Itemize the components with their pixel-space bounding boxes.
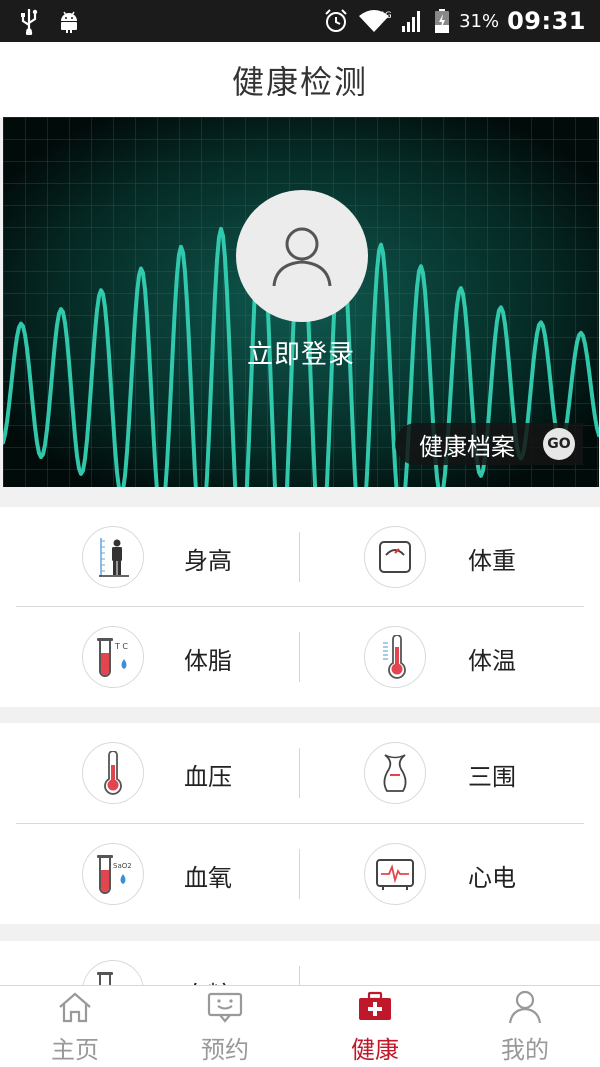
scale-icon [364, 526, 426, 588]
blood-pressure-thermometer-icon [82, 742, 144, 804]
body-fat-tube-icon: T C [82, 626, 144, 688]
thermometer-icon [364, 626, 426, 688]
metric-weight[interactable]: 体重 [300, 507, 600, 607]
nav-label: 预约 [201, 1036, 249, 1064]
title-bar: 健康检测 [0, 42, 600, 118]
nav-home[interactable]: 主页 [0, 986, 150, 1067]
blood-sugar-tube-icon [82, 960, 144, 985]
home-icon [55, 990, 95, 1024]
metric-height[interactable]: 身高 [0, 507, 300, 607]
alarm-icon [323, 6, 349, 36]
metric-label: 体温 [468, 647, 516, 675]
usb-icon [16, 6, 42, 36]
metric-label: 体重 [468, 547, 516, 575]
metric-ecg[interactable]: 心电 [300, 824, 600, 924]
nav-appointment[interactable]: 预约 [150, 986, 300, 1067]
metrics-card-1: 身高 体重 T C 体脂 体温 [0, 507, 600, 707]
blood-oxygen-tube-icon: SaO2 [82, 843, 144, 905]
status-bar: 4G 31% 09:31 [0, 0, 600, 42]
vase-icon [364, 742, 426, 804]
chat-face-icon [205, 990, 245, 1024]
clock: 09:31 [507, 7, 586, 35]
tube-text: T C [114, 642, 128, 651]
metric-blood-pressure[interactable]: 血压 [0, 723, 300, 823]
android-icon [56, 6, 82, 36]
nav-label: 我的 [501, 1036, 549, 1064]
svg-text:4G: 4G [379, 11, 391, 21]
metric-label: 血氧 [184, 864, 232, 892]
battery-percentage: 31% [459, 10, 500, 32]
login-avatar[interactable] [236, 190, 368, 322]
nav-label: 健康 [351, 1036, 399, 1064]
metric-measurements[interactable]: 三围 [300, 723, 600, 823]
height-icon [82, 526, 144, 588]
metric-blood-sugar[interactable]: 血糖 [0, 941, 300, 985]
nav-health[interactable]: 健康 [300, 986, 450, 1067]
metric-label: 心电 [468, 864, 516, 892]
metric-label: 血糖 [184, 975, 232, 985]
metric-label: 身高 [184, 547, 232, 575]
metrics-card-3: 血糖 [0, 941, 600, 985]
metric-blood-oxygen[interactable]: SaO2 血氧 [0, 824, 300, 924]
metric-temperature[interactable]: 体温 [300, 607, 600, 707]
page-title: 健康检测 [231, 63, 368, 101]
wifi-icon: 4G [357, 6, 391, 36]
medical-kit-icon [355, 990, 395, 1024]
health-banner: 立即登录 健康档案 GO [3, 117, 599, 487]
user-outline-icon [272, 227, 332, 287]
signal-icon [399, 6, 425, 36]
nav-label: 主页 [51, 1036, 99, 1064]
go-icon: GO [543, 428, 575, 460]
metric-label: 三围 [468, 763, 516, 791]
metric-body-fat[interactable]: T C 体脂 [0, 607, 300, 707]
metric-label: 体脂 [184, 647, 232, 675]
metrics-card-2: 血压 三围 SaO2 血氧 心电 [0, 723, 600, 924]
health-archive-button[interactable]: 健康档案 GO [395, 423, 583, 465]
metric-label: 血压 [184, 763, 232, 791]
battery-charging-icon [433, 6, 451, 36]
bottom-navigation: 主页 预约 健康 我的 [0, 985, 600, 1067]
login-link[interactable]: 立即登录 [3, 334, 599, 371]
nav-mine[interactable]: 我的 [450, 986, 600, 1067]
tube-text: SaO2 [113, 862, 132, 870]
ecg-monitor-icon [364, 843, 426, 905]
person-icon [505, 990, 545, 1024]
health-archive-label: 健康档案 [419, 432, 515, 461]
